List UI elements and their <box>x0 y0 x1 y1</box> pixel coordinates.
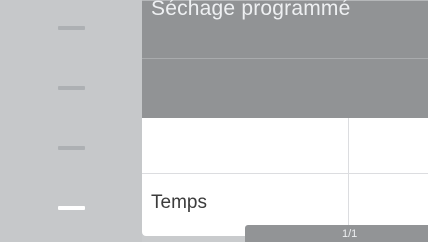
column-divider <box>348 118 349 236</box>
empty-header-row <box>142 58 428 119</box>
page-indicator: 1/1 <box>342 228 358 240</box>
header-bar: Séchage programmé <box>142 0 428 59</box>
sidebar-nav <box>0 0 142 242</box>
page-title: Séchage programmé <box>151 0 351 20</box>
settings-table <box>142 118 428 236</box>
nav-indicator-3[interactable] <box>58 146 85 150</box>
row-divider <box>142 173 428 174</box>
page-indicator-bar: 1/1 <box>245 225 428 242</box>
content-panel: Séchage programmé Temps <box>142 0 428 236</box>
row-label-temps[interactable]: Temps <box>151 192 207 214</box>
nav-indicator-1[interactable] <box>58 26 85 30</box>
nav-indicator-2[interactable] <box>58 86 85 90</box>
nav-indicator-4-active[interactable] <box>58 206 85 210</box>
